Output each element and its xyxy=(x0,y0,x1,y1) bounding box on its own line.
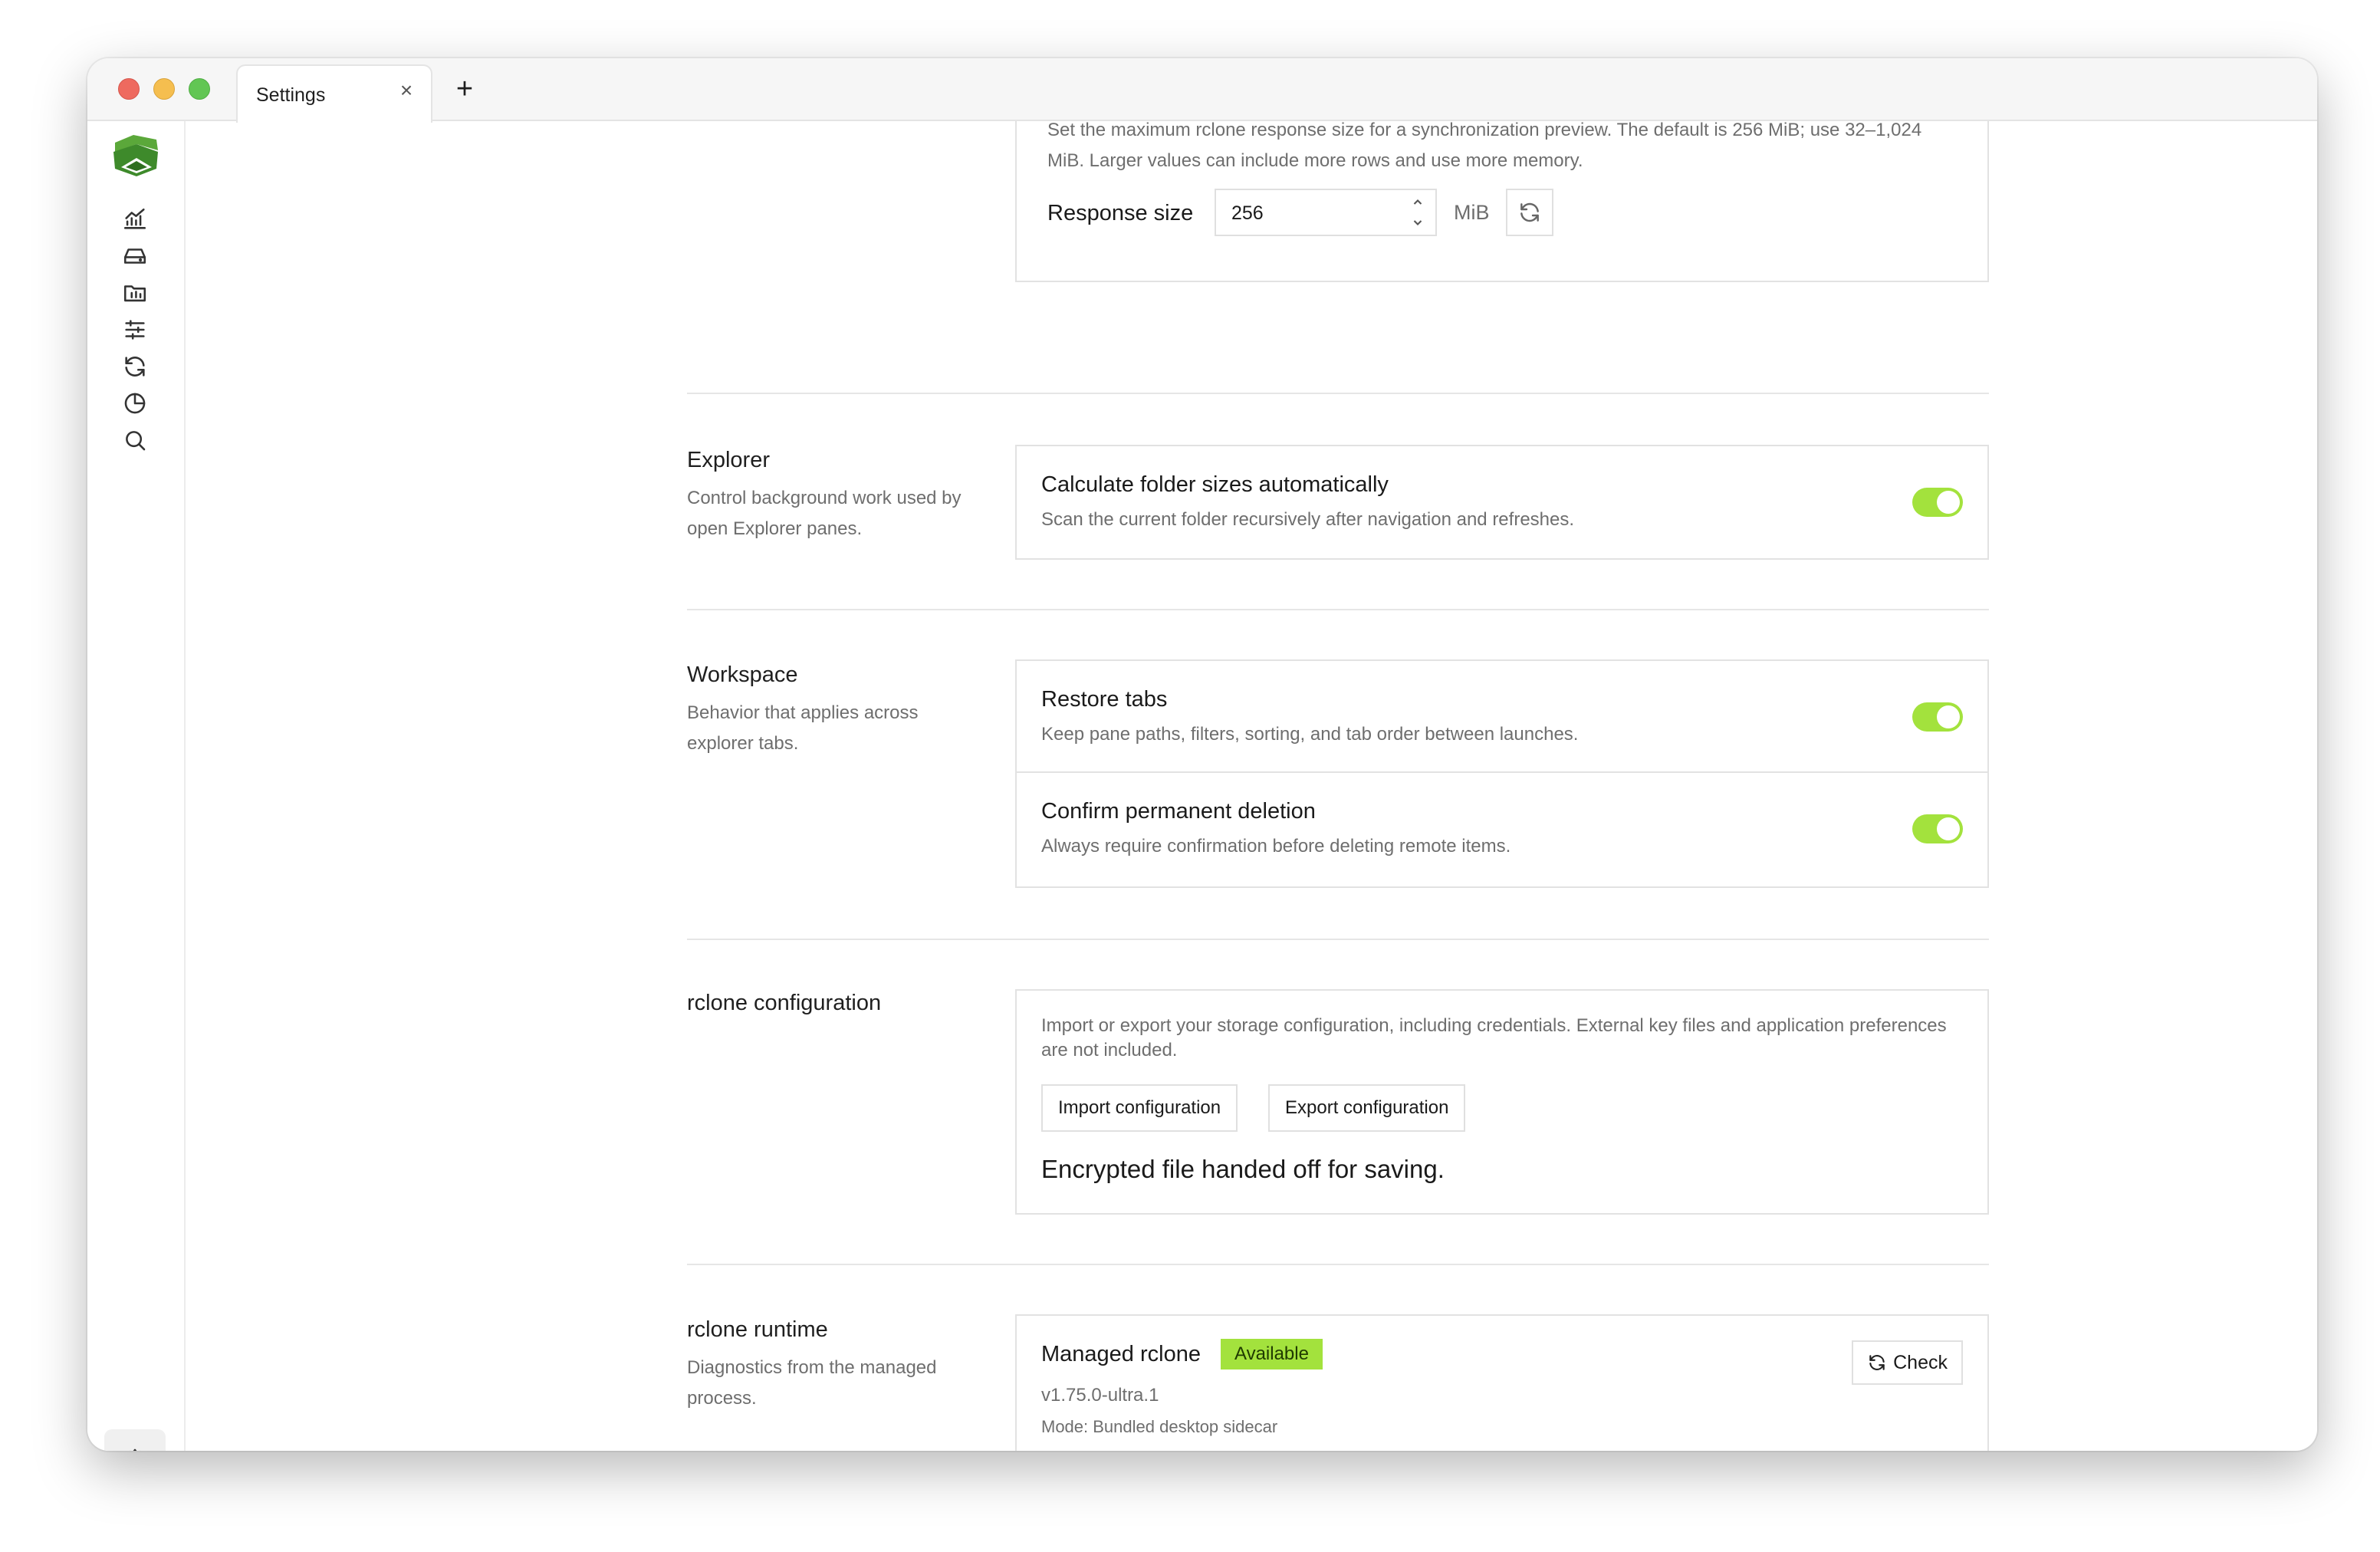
restore-tabs-subtitle: Keep pane paths, filters, sorting, and t… xyxy=(1041,724,1579,745)
explorer-section-description: Control background work used by open Exp… xyxy=(687,488,962,539)
settings-content[interactable]: Set the maximum rclone response size for… xyxy=(187,121,2317,1451)
confirm-deletion-toggle[interactable] xyxy=(1912,814,1963,843)
folder-sizes-toggle[interactable] xyxy=(1912,488,1963,517)
check-button-label: Check xyxy=(1893,1351,1948,1373)
folder-sizes-row[interactable]: Calculate folder sizes automatically Sca… xyxy=(1017,446,1987,558)
restore-tabs-title: Restore tabs xyxy=(1041,687,1168,712)
new-tab-button[interactable]: + xyxy=(448,72,482,106)
restore-tabs-toggle[interactable] xyxy=(1912,702,1963,732)
refresh-icon xyxy=(1520,202,1539,222)
config-section-title: rclone configuration xyxy=(687,991,882,1015)
chart-icon[interactable] xyxy=(120,204,150,235)
section-divider xyxy=(687,939,1989,940)
response-size-stepper[interactable] xyxy=(1215,189,1437,236)
workspace-section-title: Workspace xyxy=(687,663,798,687)
tab-title: Settings xyxy=(256,84,326,106)
explorer-card: Calculate folder sizes automatically Sca… xyxy=(1015,445,1989,560)
section-divider xyxy=(687,393,1989,394)
confirm-deletion-title: Confirm permanent deletion xyxy=(1041,799,1316,824)
config-status-text: Encrypted file handed off for saving. xyxy=(1041,1155,1445,1183)
status-badge: Available xyxy=(1221,1339,1323,1370)
workspace-card: Restore tabs Keep pane paths, filters, s… xyxy=(1015,659,1989,888)
search-icon[interactable] xyxy=(120,425,150,455)
runtime-mode: Mode: Bundled desktop sidecar xyxy=(1041,1417,1278,1436)
folder-sizes-title: Calculate folder sizes automatically xyxy=(1041,472,1389,497)
restore-tabs-row[interactable]: Restore tabs Keep pane paths, filters, s… xyxy=(1017,661,1987,773)
confirm-deletion-subtitle: Always require confirmation before delet… xyxy=(1041,836,1511,857)
app-logo xyxy=(110,132,161,178)
tab-settings[interactable]: Settings × xyxy=(236,64,432,123)
explorer-section-title: Explorer xyxy=(687,448,770,472)
check-button[interactable]: Check xyxy=(1852,1340,1963,1385)
section-divider xyxy=(687,1264,1989,1265)
runtime-card: Managed rclone Available v1.75.0-ultra.1… xyxy=(1015,1314,1989,1451)
app-window: Settings × + Set the maximum rclone resp… xyxy=(87,58,2317,1451)
response-size-label: Response size xyxy=(1047,201,1194,225)
runtime-section-description: Diagnostics from the managed process. xyxy=(687,1357,937,1409)
sidebar xyxy=(87,121,186,1451)
folder-icon[interactable] xyxy=(120,278,150,308)
import-configuration-button[interactable]: Import configuration xyxy=(1041,1084,1238,1132)
runtime-name: Managed rclone xyxy=(1041,1342,1201,1366)
gear-icon xyxy=(130,1448,140,1451)
confirm-deletion-row[interactable]: Confirm permanent deletion Always requir… xyxy=(1017,773,1987,885)
window-maximize-button[interactable] xyxy=(189,78,210,100)
response-size-card: Set the maximum rclone response size for… xyxy=(1015,121,1989,282)
section-divider xyxy=(687,609,1989,610)
workspace-section-description: Behavior that applies across explorer ta… xyxy=(687,702,919,754)
chevron-up-icon[interactable] xyxy=(1411,195,1425,209)
pie-chart-icon[interactable] xyxy=(120,388,150,419)
tab-close-icon[interactable]: × xyxy=(396,80,417,101)
response-size-description: Set the maximum rclone response size for… xyxy=(1047,121,1922,171)
chevron-down-icon[interactable] xyxy=(1411,216,1425,230)
folder-sizes-subtitle: Scan the current folder recursively afte… xyxy=(1041,509,1575,530)
export-configuration-button[interactable]: Export configuration xyxy=(1268,1084,1466,1132)
window-close-button[interactable] xyxy=(118,78,140,100)
response-size-input[interactable] xyxy=(1231,201,1385,225)
sync-icon[interactable] xyxy=(120,351,150,382)
config-description: Import or export your storage configurat… xyxy=(1041,1015,1947,1060)
runtime-version: v1.75.0-ultra.1 xyxy=(1041,1385,1159,1406)
reset-response-size-button[interactable] xyxy=(1506,189,1553,236)
config-card: Import or export your storage configurat… xyxy=(1015,989,1989,1215)
runtime-section-title: rclone runtime xyxy=(687,1317,828,1342)
refresh-icon xyxy=(1869,1355,1885,1370)
title-bar: Settings × + xyxy=(87,58,2317,123)
drive-icon[interactable] xyxy=(120,241,150,271)
sliders-icon[interactable] xyxy=(120,314,150,345)
response-size-unit: MiB xyxy=(1454,201,1490,224)
window-minimize-button[interactable] xyxy=(153,78,175,100)
settings-nav-button[interactable] xyxy=(104,1429,166,1451)
